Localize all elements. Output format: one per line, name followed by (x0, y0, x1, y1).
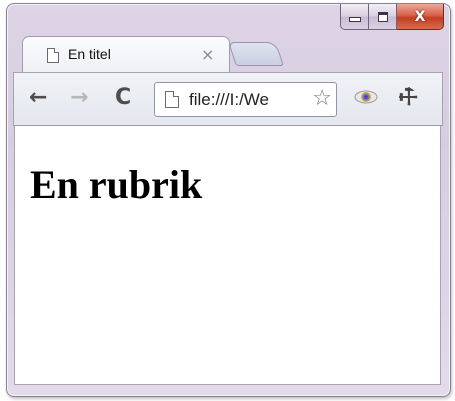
document-icon (47, 48, 59, 63)
page-icon (165, 91, 179, 108)
eye-icon[interactable] (354, 88, 378, 106)
toolbar: ← → C file:///I:/We ☆ ⚒ (13, 72, 443, 126)
close-window-button[interactable]: X (397, 4, 444, 30)
tab-active[interactable]: En titel × (22, 36, 230, 73)
forward-button[interactable]: → (70, 85, 88, 110)
bookmark-star-icon[interactable]: ☆ (312, 86, 332, 111)
address-bar[interactable]: file:///I:/We ☆ (154, 82, 337, 117)
close-icon: X (414, 8, 426, 25)
caption-buttons: X (340, 4, 444, 30)
address-text[interactable]: file:///I:/We (189, 90, 306, 110)
page-heading: En rubrik (30, 162, 203, 207)
back-button[interactable]: ← (29, 85, 47, 110)
maximize-button[interactable] (369, 4, 397, 30)
minimize-button[interactable] (340, 4, 369, 30)
minimize-icon (348, 17, 361, 22)
wrench-icon[interactable]: ⚒ (393, 82, 425, 114)
new-tab-button[interactable] (228, 42, 284, 66)
tab-title: En titel (68, 46, 111, 62)
page-content: En rubrik (14, 126, 441, 385)
reload-button[interactable]: C (115, 85, 131, 110)
maximize-icon (377, 11, 388, 22)
tab-close-button[interactable]: × (201, 45, 214, 64)
